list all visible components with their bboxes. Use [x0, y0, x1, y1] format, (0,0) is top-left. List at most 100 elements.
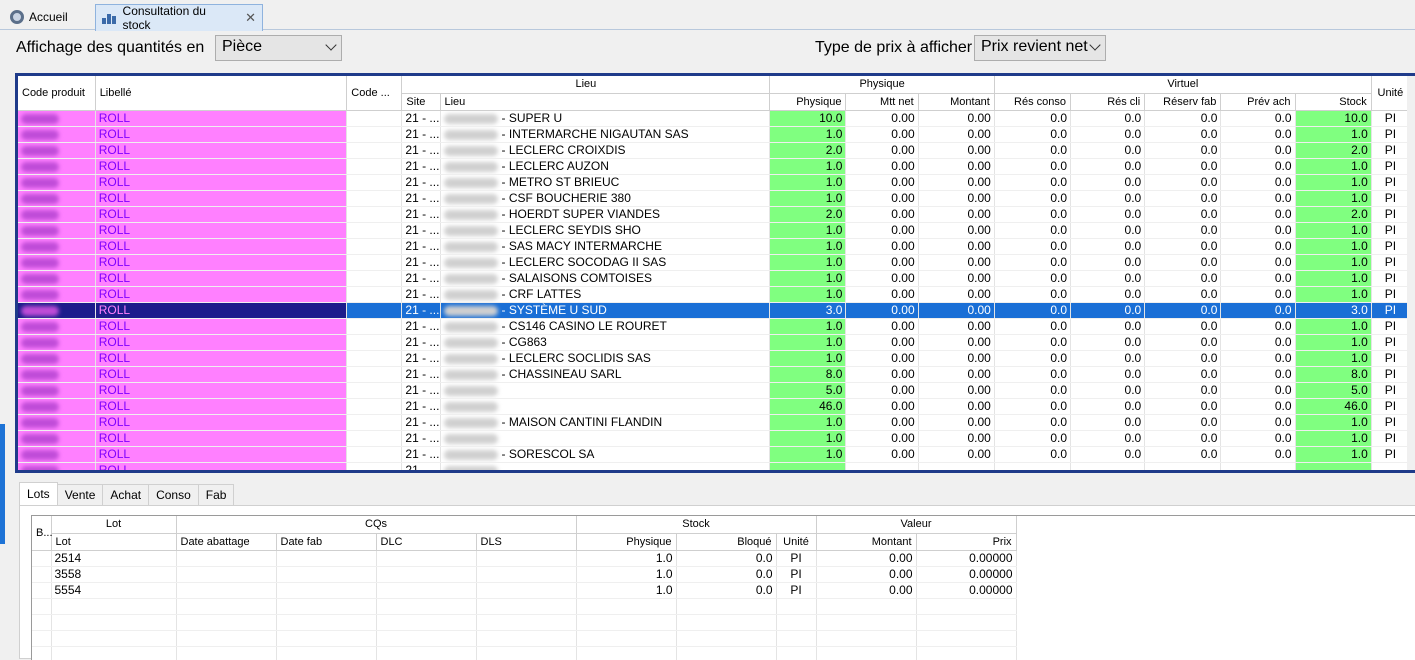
- tab-conso[interactable]: Conso: [148, 484, 199, 505]
- cell-lot-physique[interactable]: 1.0: [576, 566, 677, 583]
- cell-bloque[interactable]: [676, 598, 777, 615]
- cell-prev-ach[interactable]: 0.0: [1220, 318, 1296, 335]
- cell-res-conso[interactable]: 0.0: [994, 270, 1072, 287]
- cell-reserv-fab[interactable]: 0.0: [1144, 142, 1222, 159]
- cell-unite[interactable]: PI: [1371, 414, 1411, 431]
- cell-dls[interactable]: [476, 630, 577, 647]
- cell-dlc[interactable]: [376, 550, 477, 567]
- cell-site[interactable]: 21 - ...: [401, 462, 441, 470]
- cell-res-cli[interactable]: 0.0: [1070, 174, 1146, 191]
- col-lot-montant[interactable]: Montant: [816, 533, 917, 551]
- cell-physique[interactable]: [769, 462, 847, 470]
- cell-lieu[interactable]: - LECLERC SOCODAG II SAS: [440, 254, 771, 271]
- cell-prev-ach[interactable]: 0.0: [1220, 382, 1296, 399]
- cell-prev-ach[interactable]: 0.0: [1220, 174, 1296, 191]
- cell-prev-ach[interactable]: 0.0: [1220, 254, 1296, 271]
- lot-row[interactable]: 3558 1.0 0.0 PI 0.00 0.00000: [32, 566, 1017, 583]
- cell-code[interactable]: [346, 462, 403, 470]
- cell-mtt-net[interactable]: 0.00: [845, 334, 919, 351]
- cell-code[interactable]: [346, 302, 403, 319]
- cell-libelle[interactable]: ROLL: [95, 158, 348, 175]
- cell-code[interactable]: [346, 206, 403, 223]
- qty-unit-select[interactable]: Pièce: [215, 35, 342, 61]
- cell-res-conso[interactable]: 0.0: [994, 350, 1072, 367]
- cell-montant[interactable]: 0.00: [918, 238, 995, 255]
- cell-mtt-net[interactable]: 0.00: [845, 302, 919, 319]
- cell-res-cli[interactable]: 0.0: [1070, 350, 1146, 367]
- cell-reserv-fab[interactable]: 0.0: [1144, 302, 1222, 319]
- cell-physique[interactable]: 1.0: [769, 174, 847, 191]
- cell-prev-ach[interactable]: 0.0: [1220, 414, 1296, 431]
- cell-res-cli[interactable]: 0.0: [1070, 430, 1146, 447]
- cell-mtt-net[interactable]: 0.00: [845, 318, 919, 335]
- table-row[interactable]: ROLL 21 - ... - LECLERC SOCLIDIS SAS 1.0 0.0…: [18, 350, 1411, 367]
- cell-dlc[interactable]: [376, 614, 477, 631]
- cell-res-cli[interactable]: 0.0: [1070, 190, 1146, 207]
- cell-stock[interactable]: 1.0: [1295, 318, 1372, 335]
- lot-row[interactable]: 2514 1.0 0.0 PI 0.00 0.00000: [32, 550, 1017, 567]
- stock-grid[interactable]: Code produit Libellé Code ... Lieu Physi…: [15, 73, 1415, 473]
- cell-stock[interactable]: 2.0: [1295, 142, 1372, 159]
- cell-reserv-fab[interactable]: 0.0: [1144, 222, 1222, 239]
- cell-date-fab[interactable]: [276, 598, 377, 615]
- cell-physique[interactable]: 1.0: [769, 238, 847, 255]
- cell-site[interactable]: 21 - ...: [401, 222, 441, 239]
- cell-date-fab[interactable]: [276, 630, 377, 647]
- cell-lot[interactable]: [51, 614, 177, 631]
- table-row[interactable]: ROLL 21 - ... - LECLERC CROIXDIS 2.0 0.00 0.0…: [18, 142, 1411, 159]
- cell-prix[interactable]: [916, 630, 1017, 647]
- cell-montant[interactable]: 0.00: [918, 286, 995, 303]
- cell-mtt-net[interactable]: 0.00: [845, 206, 919, 223]
- cell-res-conso[interactable]: 0.0: [994, 334, 1072, 351]
- cell-prev-ach[interactable]: 0.0: [1220, 190, 1296, 207]
- cell-mtt-net[interactable]: 0.00: [845, 254, 919, 271]
- cell-dlc[interactable]: [376, 598, 477, 615]
- cell-unite[interactable]: PI: [1371, 238, 1411, 255]
- cell-unite[interactable]: PI: [1371, 206, 1411, 223]
- cell-res-conso[interactable]: 0.0: [994, 398, 1072, 415]
- cell-res-cli[interactable]: 0.0: [1070, 414, 1146, 431]
- cell-physique[interactable]: 1.0: [769, 350, 847, 367]
- cell-date-fab[interactable]: [276, 582, 377, 599]
- cell-lieu[interactable]: - CSF BOUCHERIE 380: [440, 190, 771, 207]
- cell-res-conso[interactable]: 0.0: [994, 382, 1072, 399]
- cell-lieu[interactable]: - SORESCOL SA: [440, 446, 771, 463]
- cell-code-produit[interactable]: [18, 238, 96, 255]
- cell-lot-montant[interactable]: [816, 630, 917, 647]
- cell-res-conso[interactable]: 0.0: [994, 110, 1072, 127]
- cell-res-cli[interactable]: 0.0: [1070, 318, 1146, 335]
- col-lot[interactable]: Lot: [51, 533, 177, 551]
- cell-code[interactable]: [346, 350, 403, 367]
- cell-unite[interactable]: PI: [1371, 222, 1411, 239]
- cell-libelle[interactable]: ROLL: [95, 126, 348, 143]
- cell-unite[interactable]: PI: [1371, 190, 1411, 207]
- cell-stock[interactable]: 1.0: [1295, 254, 1372, 271]
- cell-lieu[interactable]: - SUPER U: [440, 110, 771, 127]
- cell-reserv-fab[interactable]: 0.0: [1144, 398, 1222, 415]
- cell-res-conso[interactable]: 0.0: [994, 446, 1072, 463]
- lot-row[interactable]: [32, 630, 1017, 647]
- cell-res-cli[interactable]: 0.0: [1070, 222, 1146, 239]
- table-row[interactable]: ROLL 21 - ... - LECLERC SEYDIS SHO 1.0 0.00 0…: [18, 222, 1411, 239]
- table-row[interactable]: ROLL 21 - ... - LECLERC SOCODAG II SAS 1.0 0…: [18, 254, 1411, 271]
- cell-unite[interactable]: PI: [1371, 318, 1411, 335]
- cell-libelle[interactable]: ROLL: [95, 270, 348, 287]
- cell-code-produit[interactable]: [18, 382, 96, 399]
- cell-prix[interactable]: [916, 614, 1017, 631]
- cell-stock[interactable]: 1.0: [1295, 158, 1372, 175]
- cell-mtt-net[interactable]: 0.00: [845, 430, 919, 447]
- cell-prev-ach[interactable]: 0.0: [1220, 270, 1296, 287]
- cell-stock[interactable]: 46.0: [1295, 398, 1372, 415]
- cell-reserv-fab[interactable]: 0.0: [1144, 414, 1222, 431]
- cell-site[interactable]: 21 - ...: [401, 254, 441, 271]
- cell-bloque[interactable]: 0.0: [676, 550, 777, 567]
- cell-code-produit[interactable]: [18, 318, 96, 335]
- cell-lieu[interactable]: - LECLERC SEYDIS SHO: [440, 222, 771, 239]
- cell-montant[interactable]: [918, 462, 995, 470]
- cell-prev-ach[interactable]: 0.0: [1220, 430, 1296, 447]
- cell-code-produit[interactable]: [18, 350, 96, 367]
- cell-reserv-fab[interactable]: 0.0: [1144, 254, 1222, 271]
- cell-montant[interactable]: 0.00: [918, 334, 995, 351]
- cell-montant[interactable]: 0.00: [918, 206, 995, 223]
- cell-unite[interactable]: PI: [1371, 270, 1411, 287]
